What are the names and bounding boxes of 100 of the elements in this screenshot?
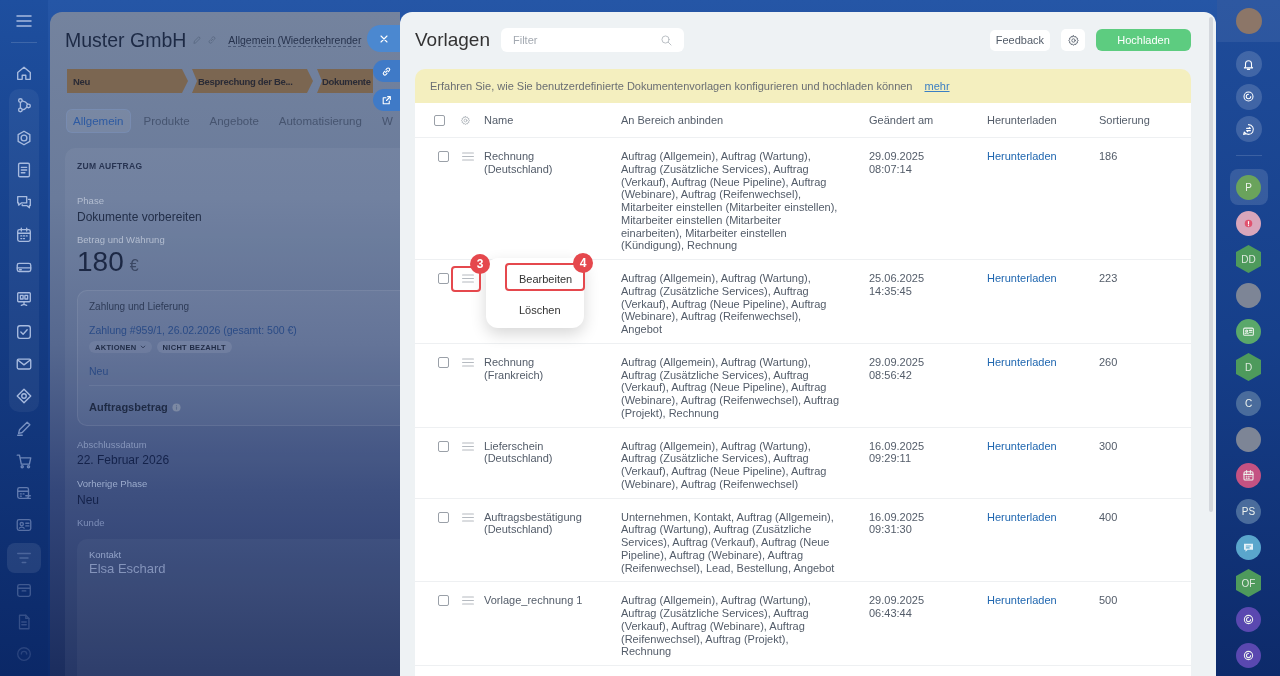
copy-link-button[interactable] (373, 60, 400, 82)
feedback-button[interactable]: Feedback (989, 29, 1050, 51)
pipeline-stage[interactable]: Neu (67, 69, 188, 93)
table-cell: 25.06.2025 14:35:45 (869, 272, 925, 298)
photo-placeholder (1236, 426, 1261, 452)
table-cell-text: 300 (1099, 439, 1119, 453)
close-icon (378, 33, 389, 44)
drag-handle-icon[interactable] (462, 152, 474, 161)
download-link[interactable]: Herunterladen (987, 272, 1057, 284)
cart-icon[interactable] (15, 451, 33, 470)
sidebar-item[interactable]: D (1229, 349, 1268, 385)
drag-handle-icon[interactable] (462, 596, 474, 606)
filter-field[interactable]: Filter (501, 28, 684, 52)
sidebar-item[interactable]: DD (1229, 241, 1268, 277)
sidebar-item[interactable]: P (1229, 169, 1268, 205)
swirl-icon[interactable] (1235, 83, 1262, 110)
initials-avatar: PS (1236, 498, 1261, 524)
more-link[interactable]: mehr (924, 80, 950, 92)
field-label: Phase (77, 195, 104, 207)
download-link[interactable]: Herunterladen (987, 150, 1057, 162)
tab[interactable]: Allgemein (66, 109, 131, 133)
board-icon[interactable] (15, 290, 33, 309)
download-link[interactable]: Herunterladen (987, 439, 1057, 452)
template-name: Lieferschein (Deutschland) (484, 439, 554, 465)
field-label: Vorherige Phase (77, 478, 148, 490)
table-cell-text: 500 (1099, 594, 1119, 607)
step-badge: 4 (573, 253, 593, 273)
drag-handle-icon[interactable] (462, 274, 474, 283)
open-button[interactable] (373, 89, 400, 111)
link-icon (381, 65, 392, 77)
checkbox-icon[interactable] (15, 322, 33, 341)
home-icon[interactable] (15, 64, 33, 83)
menu-item[interactable]: Bearbeiten (507, 265, 583, 289)
drag-handle-icon[interactable] (462, 512, 474, 522)
bell-icon[interactable] (1235, 51, 1262, 77)
calendar-list-icon[interactable] (15, 484, 33, 502)
pipeline-stage[interactable]: Dokumente (317, 69, 373, 93)
sidebar-item[interactable]: PS (1229, 493, 1268, 529)
download-link[interactable]: Herunterladen (987, 594, 1057, 607)
drag-handle-icon[interactable] (462, 441, 474, 451)
checkbox[interactable] (438, 151, 449, 162)
hexagon-icon[interactable] (15, 128, 33, 147)
field-label: Betrag und Währung (77, 234, 165, 246)
download-link[interactable]: Herunterladen (987, 355, 1057, 368)
card-title: Zahlung und Lieferung (89, 301, 190, 313)
pen-icon[interactable] (15, 419, 33, 438)
column-header: Sortierung (1099, 114, 1151, 126)
template-name: Auftragsbestätigung (Deutschland) (484, 510, 583, 536)
initials-avatar: OF (1236, 569, 1261, 597)
checkbox[interactable] (438, 440, 449, 452)
photo-placeholder (1236, 282, 1261, 308)
table-cell-text: Auftrag (Allgemein), Auftrag (Wartung), Auftrag (Zusätzliche Services), Auftrag (Verkauf), Auftrag (Webinare), Auftrag (Reifenwechsel), Auftrag (Projekt), Rechnung (621, 594, 812, 658)
table-cell: 16.09.2025 09:31:30 (869, 510, 925, 536)
template-name: Rechnung (Deutschland) (484, 150, 554, 176)
calendar-icon[interactable] (15, 225, 33, 244)
table-cell-text: 186 (1099, 150, 1119, 163)
column-header: Herunterladen (987, 114, 1058, 126)
field-value: Dokumente vorbereiten (77, 210, 202, 224)
initials-avatar: DD (1236, 245, 1261, 273)
pipeline-dropdown[interactable]: Allgemein (Wiederkehrender (228, 33, 362, 47)
table-cell: 16.09.2025 09:29:11 (869, 439, 925, 465)
filter-icon[interactable] (7, 542, 41, 573)
nodes-icon[interactable] (15, 96, 33, 115)
exchange-arrows-icon[interactable] (1235, 116, 1262, 142)
settings-button[interactable] (1061, 29, 1085, 51)
table-cell-text: 260 (1099, 355, 1119, 369)
diamond-icon[interactable] (15, 387, 33, 406)
checkbox[interactable] (438, 595, 449, 607)
section-title: ZUM AUFTRAG (77, 161, 143, 171)
sidebar-item[interactable]: C (1229, 385, 1268, 421)
document-icon[interactable] (15, 161, 33, 180)
sidebar-item[interactable]: OF (1229, 565, 1268, 601)
checkbox[interactable] (438, 511, 449, 523)
field-value: 22. Februar 2026 (77, 453, 170, 467)
menu-item[interactable]: Löschen (507, 296, 583, 320)
settings-icon[interactable] (460, 114, 471, 126)
step-badge: 3 (470, 254, 490, 274)
amount-value: 180 (77, 246, 124, 278)
initials-avatar: D (1236, 353, 1261, 381)
field-label: Abschlussdatum (77, 439, 147, 451)
info-icon (171, 402, 181, 412)
currency-symbol: € (129, 256, 139, 276)
photo-placeholder[interactable] (1235, 8, 1262, 34)
checkbox[interactable] (438, 356, 449, 368)
download-link[interactable]: Herunterladen (987, 510, 1057, 523)
contact-name[interactable]: Elsa Eschard (89, 561, 166, 576)
table-cell-text: 400 (1099, 510, 1119, 524)
table-cell-text: Auftrag (Allgemein), Auftrag (Wartung), Auftrag (Zusätzliche Services), Auftrag (Verkauf), Auftrag (Neue Pipeline), Auftrag (Webinare), Auftrag (Reifenwechsel), Angebot (621, 272, 828, 336)
upload-button[interactable]: Hochladen (1096, 29, 1191, 51)
table-cell-text: 223 (1099, 272, 1119, 285)
drag-handle-icon[interactable] (462, 357, 474, 367)
pipeline-stage[interactable]: Besprechung der Be... (192, 69, 313, 93)
close-button[interactable] (367, 25, 400, 52)
checkbox[interactable] (438, 273, 449, 284)
column-header: An Bereich anbinden (621, 114, 725, 126)
checkbox[interactable] (434, 114, 445, 126)
settings-icon (1066, 33, 1080, 47)
field-label: Auftragsbetrag (89, 401, 168, 413)
field-label: Kontakt (89, 549, 122, 561)
payment-link[interactable]: Zahlung #959/1, 26.02.2026 (gesamt: 500 €) (89, 324, 297, 336)
